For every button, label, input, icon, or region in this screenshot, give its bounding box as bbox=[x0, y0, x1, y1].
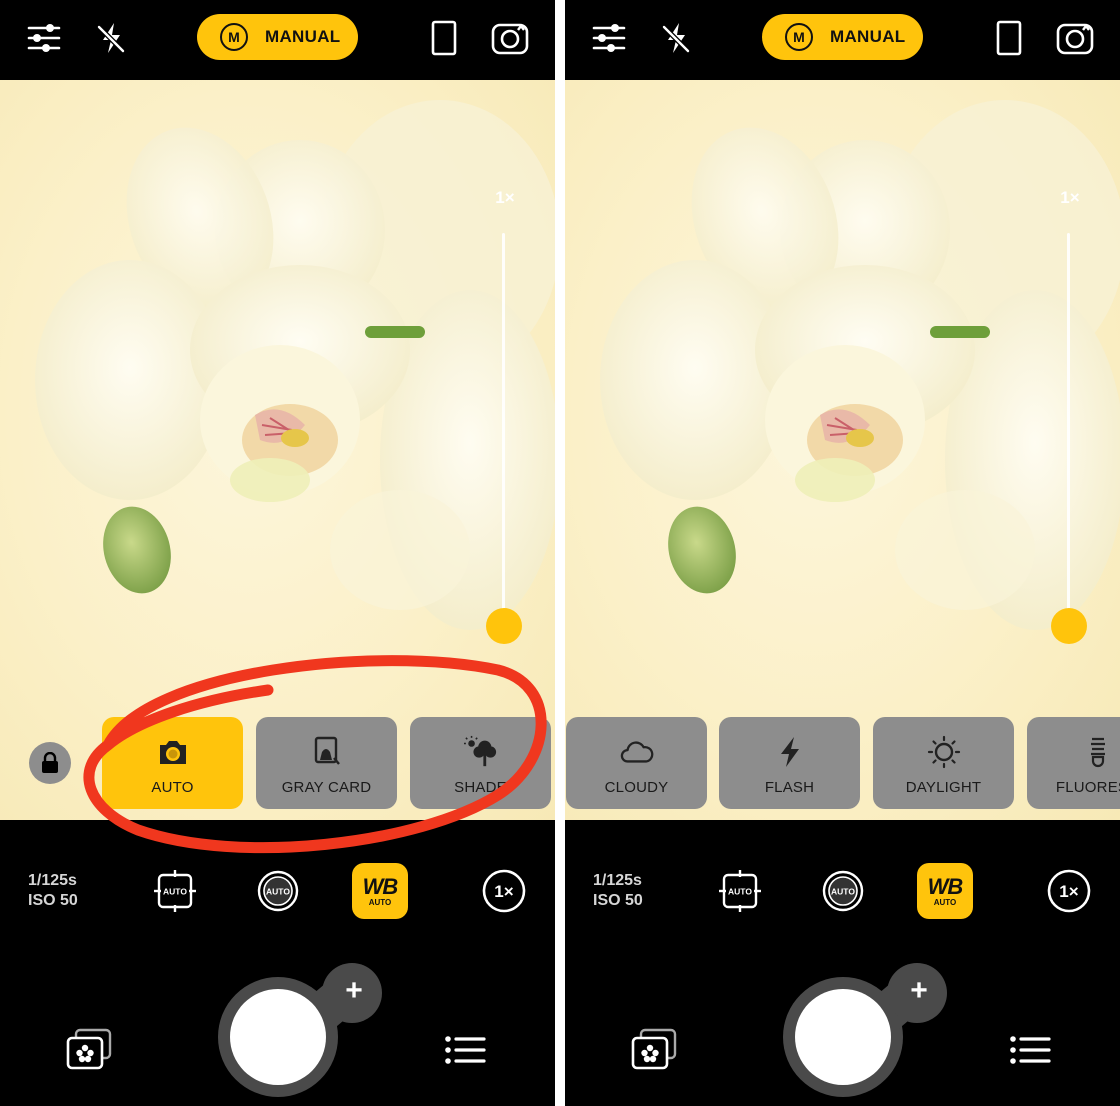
zoom-slider-track[interactable] bbox=[502, 233, 505, 626]
add-shutter-mode-button[interactable]: + bbox=[336, 973, 372, 1009]
sun-icon bbox=[927, 735, 961, 769]
svg-text:1×: 1× bbox=[1059, 882, 1078, 901]
focus-auto-button[interactable]: AUTO bbox=[147, 863, 203, 919]
exposure-auto-button[interactable]: AUTO bbox=[250, 863, 306, 919]
wb-preset-flash[interactable]: FLASH bbox=[719, 717, 860, 809]
shutter-button[interactable] bbox=[230, 989, 326, 1085]
iso-value: ISO 50 bbox=[593, 892, 643, 909]
white-balance-button[interactable]: WB AUTO bbox=[352, 863, 408, 919]
gallery-button[interactable] bbox=[627, 1026, 679, 1074]
menu-button[interactable] bbox=[444, 1034, 488, 1066]
svg-text:AUTO: AUTO bbox=[728, 887, 752, 897]
lightning-icon bbox=[773, 735, 807, 769]
wb-preset-label: FLUORESC bbox=[1055, 779, 1120, 796]
focus-auto-button[interactable]: AUTO bbox=[712, 863, 768, 919]
focus-icon: AUTO bbox=[719, 870, 761, 912]
camera-screen-left: M MANUAL 1× AUTO GRAY CARD SHADE 1/125s … bbox=[0, 0, 555, 1106]
zoom-slider-knob[interactable] bbox=[1051, 608, 1087, 644]
cloud-icon bbox=[620, 735, 654, 769]
orchid-image bbox=[600, 100, 1120, 630]
gallery-icon bbox=[66, 1028, 112, 1070]
gray-card-icon bbox=[310, 735, 344, 769]
camera-controls-row: 1/125s ISO 50 AUTO AUTO WB AUTO 1× bbox=[0, 855, 555, 927]
sliders-icon[interactable] bbox=[24, 18, 64, 58]
menu-button[interactable] bbox=[1009, 1034, 1053, 1066]
exposure-readout: 1/125s ISO 50 bbox=[593, 871, 643, 911]
flip-camera-icon[interactable] bbox=[1055, 18, 1095, 58]
zoom-slider-label: 1× bbox=[1060, 188, 1080, 207]
wb-preset-cloudy[interactable]: CLOUDY bbox=[566, 717, 707, 809]
exposure-readout: 1/125s ISO 50 bbox=[28, 871, 78, 911]
aperture-icon: AUTO bbox=[257, 870, 299, 912]
focus-icon: AUTO bbox=[154, 870, 196, 912]
wb-preset-daylight[interactable]: DAYLIGHT bbox=[873, 717, 1014, 809]
wb-label: WB bbox=[927, 873, 964, 899]
top-bar: M MANUAL bbox=[565, 0, 1120, 80]
list-icon bbox=[1010, 1036, 1051, 1064]
camera-screen-right: M MANUAL 1× CLOUDY FLASH DAYLIGHT FLUORE… bbox=[565, 0, 1120, 1106]
wb-label: WB bbox=[362, 873, 399, 899]
wb-preset-fluorescent[interactable]: FLUORESC bbox=[1027, 717, 1120, 809]
shutter-speed-value: 1/125s bbox=[28, 872, 77, 889]
flash-off-icon[interactable] bbox=[656, 18, 696, 58]
camera-controls-row: 1/125s ISO 50 AUTO AUTO WB AUTO 1× bbox=[565, 855, 1120, 927]
svg-text:AUTO: AUTO bbox=[266, 887, 290, 897]
wb-preset-label: FLASH bbox=[764, 779, 815, 796]
zoom-icon: 1× bbox=[482, 869, 526, 913]
svg-text:1×: 1× bbox=[494, 882, 513, 901]
camera-icon bbox=[156, 735, 190, 769]
wb-mode: AUTO bbox=[933, 897, 957, 907]
wb-preset-shade[interactable]: SHADE bbox=[410, 717, 551, 809]
mode-label: MANUAL bbox=[265, 27, 341, 46]
viewfinder[interactable]: 1× CLOUDY FLASH DAYLIGHT FLUORE bbox=[565, 80, 1120, 820]
wb-mode: AUTO bbox=[368, 897, 392, 907]
gallery-button[interactable] bbox=[62, 1026, 114, 1074]
aperture-icon: AUTO bbox=[822, 870, 864, 912]
sliders-icon[interactable] bbox=[589, 18, 629, 58]
top-bar: M MANUAL bbox=[0, 0, 555, 80]
zoom-button[interactable]: 1× bbox=[476, 863, 532, 919]
svg-text:AUTO: AUTO bbox=[163, 887, 187, 897]
aspect-ratio-icon[interactable] bbox=[424, 18, 464, 58]
wb-preset-label: GRAY CARD bbox=[281, 779, 372, 796]
zoom-slider-knob[interactable] bbox=[486, 608, 522, 644]
manual-mode-button[interactable]: M MANUAL bbox=[197, 14, 358, 60]
gallery-icon bbox=[631, 1028, 677, 1070]
shutter-area: + bbox=[565, 960, 1120, 1106]
white-balance-button[interactable]: WB AUTO bbox=[917, 863, 973, 919]
tree-shade-icon bbox=[463, 735, 498, 769]
iso-value: ISO 50 bbox=[28, 892, 78, 909]
aspect-ratio-icon[interactable] bbox=[989, 18, 1029, 58]
wb-preset-row: AUTO GRAY CARD SHADE bbox=[0, 717, 555, 809]
wb-preset-row: CLOUDY FLASH DAYLIGHT FLUORESC bbox=[565, 717, 1120, 809]
zoom-slider-label: 1× bbox=[495, 188, 515, 207]
list-icon bbox=[445, 1036, 486, 1064]
wb-preset-auto[interactable]: AUTO bbox=[102, 717, 243, 809]
mode-label: MANUAL bbox=[830, 27, 906, 46]
wb-preset-label: CLOUDY bbox=[604, 779, 669, 796]
fluorescent-bulb-icon bbox=[1081, 735, 1115, 769]
shutter-button[interactable] bbox=[795, 989, 891, 1085]
wb-preset-gray-card[interactable]: GRAY CARD bbox=[256, 717, 397, 809]
wb-preset-label: DAYLIGHT bbox=[905, 779, 982, 796]
viewfinder[interactable]: 1× AUTO GRAY CARD SHADE bbox=[0, 80, 555, 820]
orchid-image bbox=[35, 100, 555, 630]
zoom-slider-track[interactable] bbox=[1067, 233, 1070, 626]
manual-mode-button[interactable]: M MANUAL bbox=[762, 14, 923, 60]
shutter-area: + bbox=[0, 960, 555, 1106]
exposure-auto-button[interactable]: AUTO bbox=[815, 863, 871, 919]
wb-preset-label: AUTO bbox=[151, 779, 194, 796]
zoom-icon: 1× bbox=[1047, 869, 1091, 913]
flip-camera-icon[interactable] bbox=[490, 18, 530, 58]
svg-text:AUTO: AUTO bbox=[831, 887, 855, 897]
shutter-speed-value: 1/125s bbox=[593, 872, 642, 889]
zoom-button[interactable]: 1× bbox=[1041, 863, 1097, 919]
mode-badge: M bbox=[785, 23, 813, 51]
add-shutter-mode-button[interactable]: + bbox=[901, 973, 937, 1009]
wb-preset-label: SHADE bbox=[454, 779, 507, 796]
mode-badge: M bbox=[220, 23, 248, 51]
flash-off-icon[interactable] bbox=[91, 18, 131, 58]
